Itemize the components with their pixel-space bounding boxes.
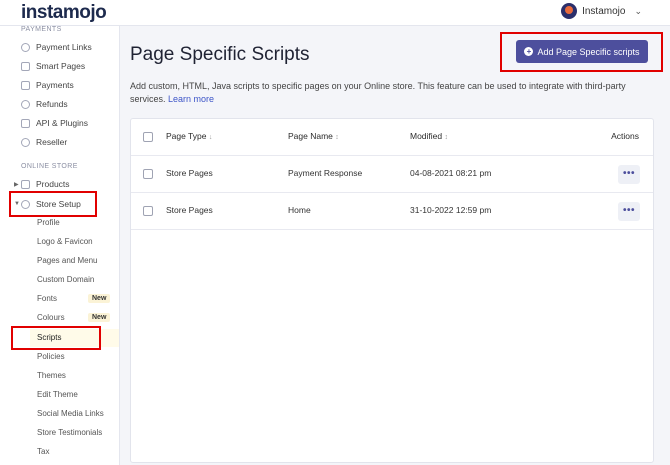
page-description: Add custom, HTML, Java scripts to specif… [130, 80, 650, 106]
sidebar-subitem-store-testimonials[interactable]: Store Testimonials [37, 426, 102, 440]
sidebar-subitem-logo-favicon[interactable]: Logo & Favicon [37, 235, 93, 249]
row-checkbox[interactable] [143, 206, 153, 216]
header-label: Modified [410, 131, 443, 141]
learn-more-link[interactable]: Learn more [168, 94, 214, 104]
sidebar-item-label: Payments [36, 80, 74, 90]
highlight-box-store-setup [9, 191, 97, 217]
sidebar-subitem-pages-menu[interactable]: Pages and Menu [37, 254, 98, 268]
new-badge: New [88, 294, 111, 303]
sidebar-item-label: Products [36, 179, 70, 189]
sidebar-item-label: API & Plugins [36, 118, 88, 128]
online-store-section-label: ONLINE STORE [21, 163, 78, 170]
sidebar-subitem-policies[interactable]: Policies [37, 350, 65, 364]
sidebar-item-payments[interactable]: Payments [21, 78, 74, 92]
sidebar-subitem-profile[interactable]: Profile [37, 216, 60, 230]
column-header-page-name[interactable]: Page Name ↕ [288, 131, 339, 141]
box-icon [21, 179, 30, 189]
table-row: Store Pages Payment Response 04-08-2021 … [131, 156, 653, 193]
cell-page-name: Home [288, 205, 311, 215]
sidebar-item-api-plugins[interactable]: API & Plugins [21, 116, 88, 130]
sidebar-subitem-edit-theme[interactable]: Edit Theme [37, 388, 78, 402]
sidebar-subitem-fonts[interactable]: Fonts [37, 292, 57, 306]
sidebar-item-label: Reseller [36, 137, 68, 147]
more-actions-icon[interactable]: ••• [618, 165, 640, 184]
column-header-page-type[interactable]: Page Type ↓ [166, 131, 212, 141]
sort-icon: ↕ [444, 134, 449, 141]
sort-arrow-icon: ↓ [208, 134, 213, 141]
plug-icon [21, 118, 30, 128]
cell-page-name: Payment Response [288, 168, 363, 178]
highlight-box-scripts [11, 326, 101, 350]
payments-section-label: PAYMENTS [21, 26, 62, 33]
table-row: Store Pages Home 31-10-2022 12:59 pm ••• [131, 193, 653, 230]
column-header-modified[interactable]: Modified ↕ [410, 131, 448, 141]
column-header-actions: Actions [611, 131, 639, 141]
sidebar: PAYMENTS Payment Links Smart Pages Payme… [0, 26, 120, 465]
highlight-box-add-button [500, 32, 663, 72]
page-title: Page Specific Scripts [130, 44, 310, 65]
cell-page-type: Store Pages [166, 168, 213, 178]
instamojo-logo[interactable]: instamojo [21, 2, 107, 24]
header-label: Page Type [166, 131, 207, 141]
sidebar-subitem-tax[interactable]: Tax [37, 445, 49, 459]
sidebar-item-label: Payment Links [36, 42, 92, 52]
chevron-right-icon[interactable]: ▶ [14, 181, 19, 188]
sort-icon: ↕ [335, 134, 339, 141]
reseller-icon [21, 137, 30, 147]
sidebar-subitem-themes[interactable]: Themes [37, 369, 66, 383]
more-actions-icon[interactable]: ••• [618, 202, 640, 221]
sidebar-item-refunds[interactable]: Refunds [21, 97, 68, 111]
cell-page-type: Store Pages [166, 205, 213, 215]
sidebar-subitem-social-media-links[interactable]: Social Media Links [37, 407, 104, 421]
chevron-down-icon[interactable]: ⌄ [634, 6, 642, 17]
cell-modified: 04-08-2021 08:21 pm [410, 168, 492, 178]
header-label: Page Name [288, 131, 333, 141]
user-menu[interactable]: Instamojo ⌄ [561, 3, 642, 19]
link-icon [21, 42, 30, 52]
sidebar-subitem-custom-domain[interactable]: Custom Domain [37, 273, 94, 287]
table-header-row: Page Type ↓ Page Name ↕ Modified ↕ Actio… [131, 119, 653, 156]
cell-modified: 31-10-2022 12:59 pm [410, 205, 492, 215]
card-icon [21, 80, 30, 90]
sidebar-item-payment-links[interactable]: Payment Links [21, 40, 92, 54]
sidebar-item-smart-pages[interactable]: Smart Pages [21, 59, 85, 73]
select-all-checkbox[interactable] [143, 132, 153, 142]
sidebar-item-label: Refunds [36, 99, 68, 109]
avatar[interactable] [561, 3, 578, 19]
refund-icon [21, 99, 30, 109]
user-name[interactable]: Instamojo [582, 6, 625, 17]
sidebar-item-label: Smart Pages [36, 61, 86, 71]
page-icon [21, 61, 30, 71]
new-badge: New [88, 313, 111, 322]
sidebar-item-reseller[interactable]: Reseller [21, 135, 67, 149]
sidebar-item-products[interactable]: Products [21, 177, 70, 191]
row-checkbox[interactable] [143, 169, 153, 179]
sidebar-subitem-colours[interactable]: Colours [37, 311, 65, 325]
top-bar: instamojo Instamojo ⌄ [0, 0, 670, 26]
scripts-table: Page Type ↓ Page Name ↕ Modified ↕ Actio… [130, 118, 654, 463]
